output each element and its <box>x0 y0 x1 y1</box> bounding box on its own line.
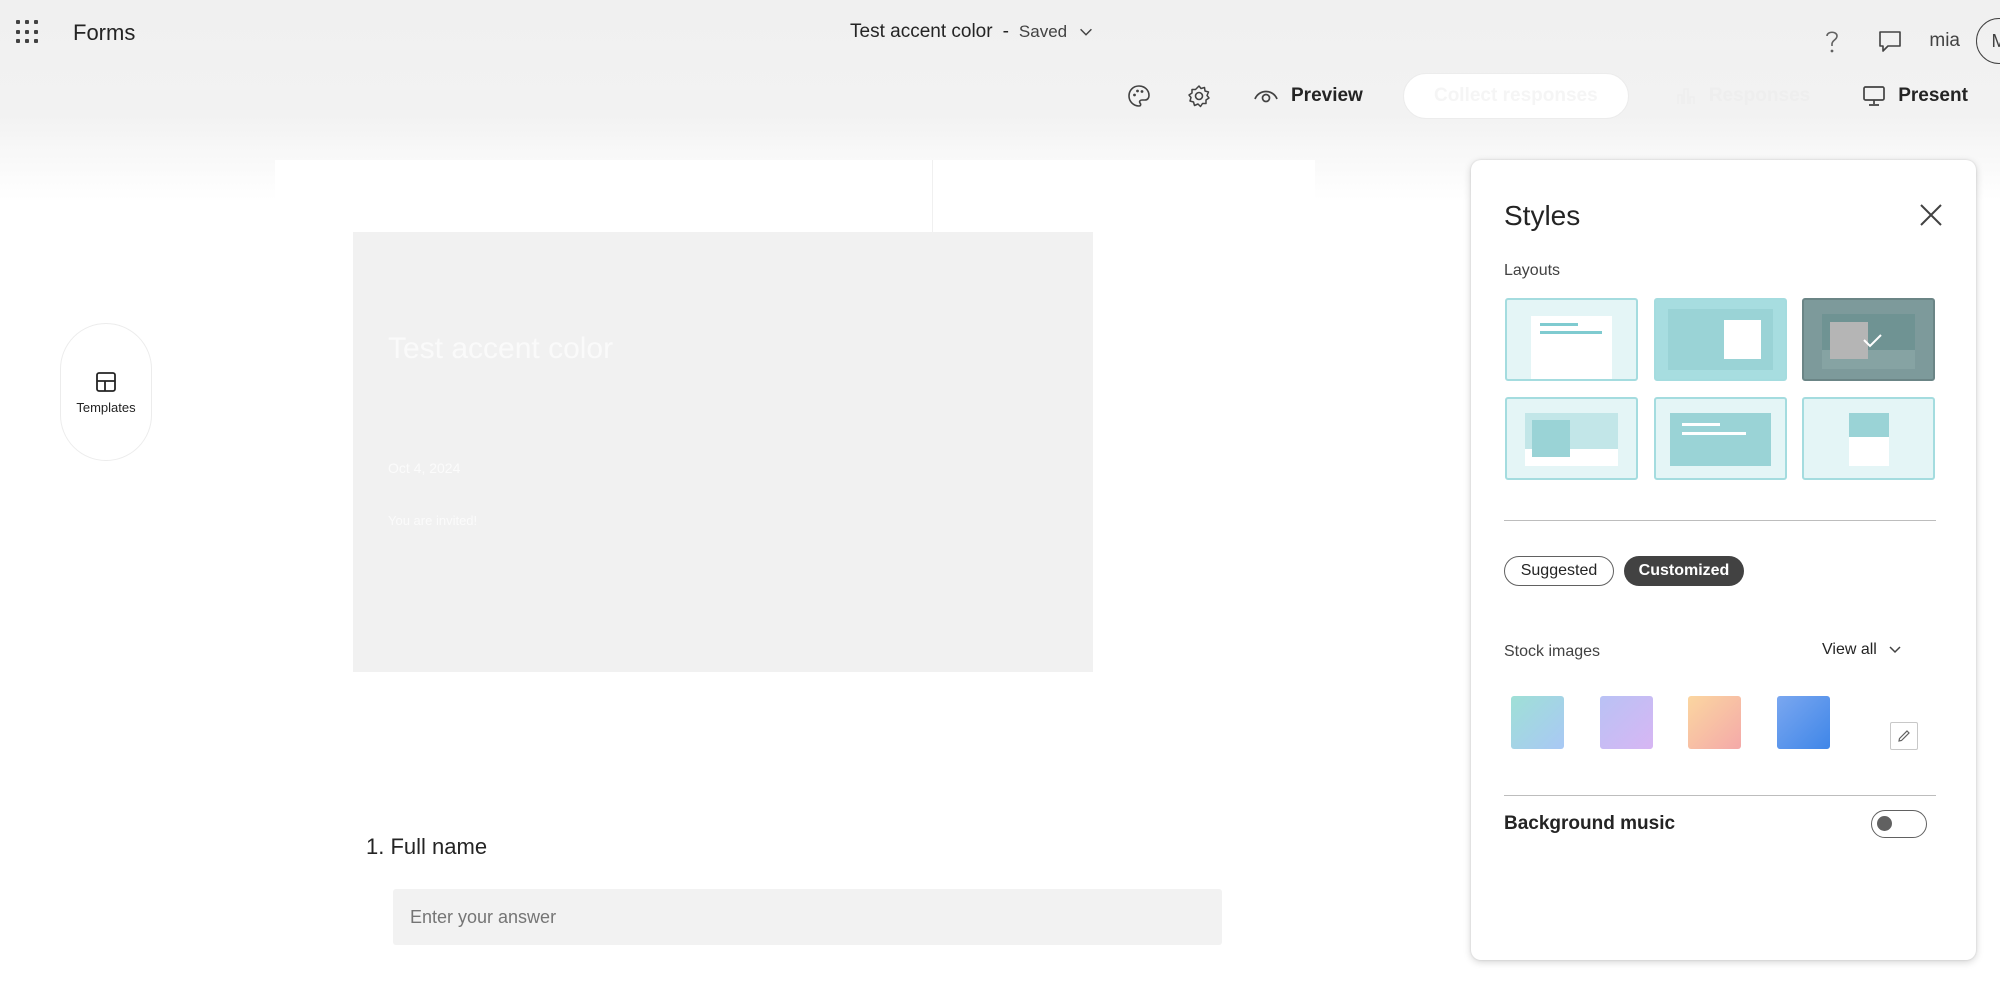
chart-icon <box>1677 88 1695 104</box>
eye-icon <box>1254 90 1278 103</box>
stock-images-label: Stock images <box>1504 643 1601 660</box>
banner-title: Test accent color <box>388 332 614 365</box>
layout-option-6[interactable] <box>1802 397 1935 480</box>
layout-option-3-selected[interactable] <box>1802 298 1935 381</box>
banner-subtitle: You are invited! <box>388 513 478 528</box>
layout-option-5[interactable] <box>1654 397 1787 480</box>
form-title: Test accent color <box>850 21 993 42</box>
pencil-icon[interactable] <box>1890 722 1918 750</box>
view-all-label: View all <box>1822 641 1877 658</box>
templates-icon <box>96 371 116 392</box>
stock-image-2[interactable] <box>1600 696 1653 749</box>
help-icon[interactable] <box>1817 26 1847 56</box>
stock-image-3[interactable] <box>1688 696 1741 749</box>
stock-image-4[interactable] <box>1777 696 1830 749</box>
monitor-icon <box>1863 86 1886 106</box>
chevron-down-icon <box>1889 646 1901 654</box>
save-status: Saved <box>1018 22 1068 41</box>
gear-icon[interactable] <box>1185 82 1213 110</box>
tab-customized[interactable]: Customized <box>1624 556 1744 586</box>
avatar[interactable]: M <box>1976 18 2000 64</box>
preview-button[interactable]: Preview <box>1253 85 1363 107</box>
user-name[interactable]: mia <box>1929 30 1960 52</box>
view-all-button[interactable]: View all <box>1822 641 1903 659</box>
app-name[interactable]: Forms <box>73 20 135 46</box>
layout-option-2[interactable] <box>1654 298 1787 381</box>
title-separator: - <box>1002 21 1009 42</box>
form-toolbar: Preview Collect responses Responses Pres… <box>1125 73 2000 119</box>
layout-option-4[interactable] <box>1505 397 1638 480</box>
stock-image-1[interactable] <box>1511 696 1564 749</box>
answer-input[interactable] <box>393 889 1222 945</box>
layouts-label: Layouts <box>1504 262 1561 279</box>
divider <box>1504 520 1936 521</box>
question-title[interactable]: 1. Full name <box>366 834 487 860</box>
canvas-divider <box>932 160 933 232</box>
chevron-down-icon[interactable] <box>1077 23 1095 41</box>
templates-label: Templates <box>76 399 136 415</box>
responses-label: Responses <box>1708 85 1811 106</box>
app-launcher-icon[interactable] <box>16 20 40 44</box>
templates-button[interactable]: Templates <box>60 323 152 461</box>
divider <box>1504 795 1936 796</box>
preview-label: Preview <box>1291 85 1363 106</box>
collect-responses-button[interactable]: Collect responses <box>1402 73 1629 119</box>
tab-suggested[interactable]: Suggested <box>1504 556 1614 586</box>
background-music-toggle[interactable] <box>1871 810 1927 838</box>
question-number: 1. <box>366 834 385 859</box>
banner-date: Oct 4, 2024 <box>388 460 461 476</box>
present-button[interactable]: Present <box>1862 85 1968 107</box>
toggle-knob <box>1877 816 1892 831</box>
present-label: Present <box>1898 85 1968 106</box>
panel-title: Styles <box>1504 200 1581 231</box>
top-right-controls: mia M <box>1817 18 2000 64</box>
form-banner[interactable] <box>353 232 1093 672</box>
palette-icon[interactable] <box>1125 82 1153 110</box>
form-title-bar[interactable]: Test accent color - Saved <box>850 21 1095 43</box>
comment-icon[interactable] <box>1875 26 1905 56</box>
close-icon[interactable] <box>1916 200 1946 230</box>
background-music-label: Background music <box>1504 813 1676 834</box>
question-text: Full name <box>390 834 488 859</box>
layout-option-1[interactable] <box>1505 298 1638 381</box>
responses-button[interactable]: Responses <box>1675 85 1810 107</box>
